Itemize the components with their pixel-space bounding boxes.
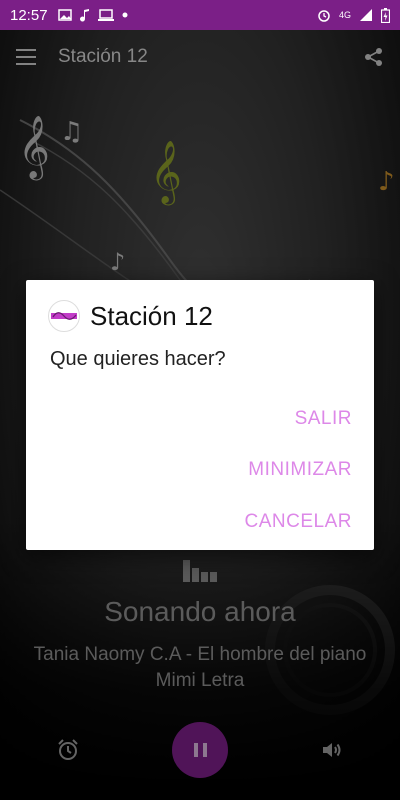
dot-icon [122, 12, 128, 18]
status-time: 12:57 [10, 6, 48, 24]
laptop-icon [97, 9, 114, 21]
minimize-button[interactable]: MINIMIZAR [248, 459, 352, 481]
alarm-clock-icon [318, 10, 330, 22]
music-note-icon [79, 9, 89, 22]
status-bar: 12:57 4G [0, 0, 400, 30]
notification-icons [57, 8, 128, 22]
logo-artwork [51, 312, 77, 320]
cancel-button[interactable]: CANCELAR [245, 511, 352, 533]
dialog-message: Que quieres hacer? [50, 348, 226, 370]
exit-dialog: Stación 12 Que quieres hacer? SALIR MINI… [26, 280, 374, 550]
signal-icon [360, 9, 372, 21]
battery-icon [381, 7, 390, 23]
dialog-title: Stación 12 [90, 300, 213, 331]
exit-button[interactable]: SALIR [295, 408, 352, 430]
dialog-header: Stación 12 [48, 300, 213, 332]
network-type: 4G [338, 10, 351, 20]
system-icons: 4G [317, 7, 390, 23]
app-logo [48, 300, 80, 332]
image-icon [57, 9, 72, 21]
